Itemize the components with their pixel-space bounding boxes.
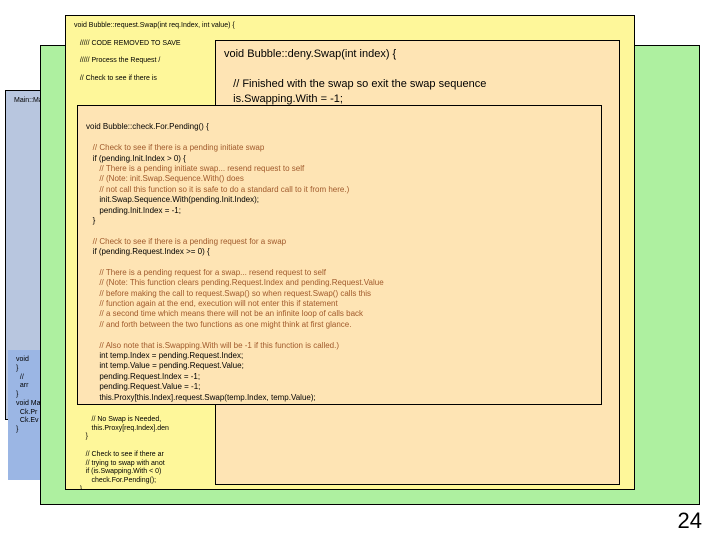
code-comment: // (Note: This function clears pending.R… — [86, 278, 384, 287]
code-line: } — [86, 216, 95, 225]
code-comment: // There is a pending request for a swap… — [86, 268, 326, 277]
code-line: pending.Init.Index = -1; — [86, 206, 181, 215]
code-comment: // not call this function so it is safe … — [86, 185, 349, 194]
code-comment: // before making the call to request.Swa… — [86, 289, 371, 298]
code-line: this.Proxy[this.Index].request.Swap(temp… — [86, 393, 316, 402]
code-comment: // (Note: init.Swap.Sequence.With() does — [86, 174, 244, 183]
code-line: if (pending.Init.Index > 0) { — [86, 154, 186, 163]
code-comment: // There is a pending initiate swap... r… — [86, 164, 304, 173]
code-comment: // Check to see if there is a pending in… — [86, 143, 264, 152]
code-line: void Bubble::check.For.Pending() { — [86, 122, 209, 131]
code-line: int temp.Value = pending.Request.Value; — [86, 361, 244, 370]
code-line: init.Swap.Sequence.With(pending.Init.Ind… — [86, 195, 259, 204]
code-comment: // and forth between the two functions a… — [86, 320, 351, 329]
code-comment: // Check to see if there is a pending re… — [86, 237, 286, 246]
page-number: 24 — [678, 508, 702, 534]
code-comment: // function again at the end, execution … — [86, 299, 338, 308]
code-line: if (pending.Request.Index >= 0) { — [86, 247, 210, 256]
code-layer-checkpending: void Bubble::check.For.Pending() { // Ch… — [77, 105, 602, 405]
code-comment: // Also note that is.Swapping.With will … — [86, 341, 339, 350]
code-line: int temp.Index = pending.Request.Index; — [86, 351, 243, 360]
code-line: pending.Request.Index = -1; — [86, 372, 200, 381]
code-comment: // a second time which means there will … — [86, 309, 363, 318]
code-line: pending.Request.Value = -1; — [86, 382, 200, 391]
